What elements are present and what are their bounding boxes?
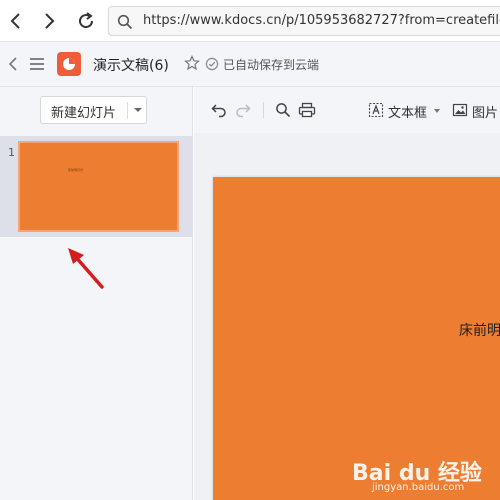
textbox-label[interactable]: 文本框 (388, 102, 427, 121)
slide-canvas: 床前明 (194, 133, 500, 500)
menu-icon[interactable] (28, 55, 46, 73)
print-icon[interactable] (298, 101, 316, 119)
back-chevron-icon[interactable] (6, 54, 20, 74)
slide-text[interactable]: 床前明 (459, 320, 500, 340)
reload-icon[interactable] (74, 9, 98, 33)
new-slide-button[interactable]: 新建幻灯片 (40, 96, 147, 124)
save-status: 已自动保存到云端 (223, 58, 320, 72)
textbox-icon[interactable] (367, 101, 385, 119)
redo-icon[interactable] (234, 101, 252, 119)
search-icon (117, 14, 133, 30)
undo-icon[interactable] (210, 101, 228, 119)
thumbnail-text: 床前明月光 (68, 168, 84, 172)
new-slide-label: 新建幻灯片 (51, 106, 117, 121)
annotation-arrow-icon (68, 248, 104, 289)
slide-sidebar: 新建幻灯片 1 床前明月光 (0, 87, 193, 500)
browser-toolbar: https://www.kdocs.cn/p/105953682727?from… (0, 0, 500, 42)
toolbar-divider (263, 102, 264, 118)
app-header: 演示文稿(6) 已自动保存到云端 (0, 42, 500, 87)
watermark-site: jingyan.baidu.com (372, 482, 465, 493)
presentation-logo (57, 52, 81, 76)
forward-icon[interactable] (38, 9, 62, 33)
slide-thumbnail-row[interactable]: 1 床前明月光 (0, 136, 193, 237)
editor-toolbar: 文本框 图片 (194, 87, 500, 133)
cloud-saved-icon (205, 56, 219, 71)
url-text[interactable]: https://www.kdocs.cn/p/105953682727?from… (143, 13, 500, 28)
document-title[interactable]: 演示文稿(6) (93, 55, 169, 75)
star-icon[interactable] (184, 55, 200, 71)
chevron-down-icon[interactable] (134, 108, 142, 112)
watermark: Bai du 经验 jingyan.baidu.com (352, 449, 500, 497)
address-bar[interactable]: https://www.kdocs.cn/p/105953682727?from… (108, 6, 500, 36)
divider (127, 102, 128, 119)
image-label[interactable]: 图片 (472, 102, 498, 121)
image-icon[interactable] (451, 101, 469, 119)
slide-thumbnail[interactable]: 床前明月光 (18, 141, 179, 232)
chevron-down-icon[interactable] (434, 109, 440, 113)
slide-number: 1 (8, 146, 15, 159)
back-icon[interactable] (3, 9, 27, 33)
find-icon[interactable] (274, 101, 292, 119)
